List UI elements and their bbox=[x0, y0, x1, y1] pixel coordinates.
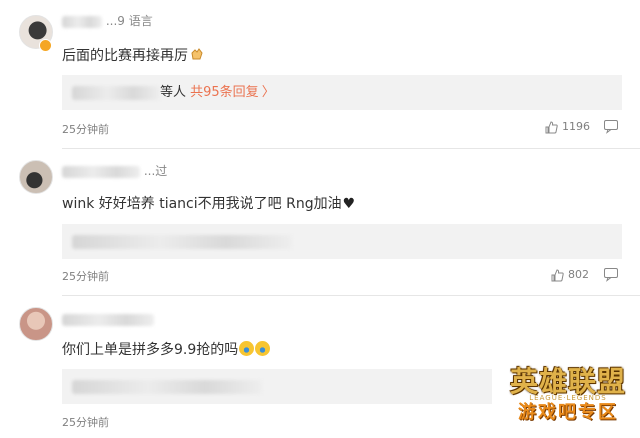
comment-divider bbox=[62, 148, 640, 149]
laugh-cry-icon bbox=[255, 341, 271, 356]
comment-text: wink 好好培养 tianci不用我说了吧 Rng加油♥ bbox=[62, 196, 356, 212]
reply-icon[interactable] bbox=[603, 266, 619, 282]
reply-count-link[interactable]: 共95条回复 bbox=[190, 85, 259, 100]
blurred-reply-users bbox=[72, 379, 262, 394]
blurred-reply-users bbox=[72, 85, 160, 100]
comment-time: 25分钟前 bbox=[62, 123, 109, 136]
comment-time: 25分钟前 bbox=[62, 416, 109, 429]
comment-text: 后面的比赛再接再厉 bbox=[62, 45, 204, 65]
username[interactable] bbox=[62, 312, 154, 326]
heart-icon: ♥ bbox=[342, 196, 356, 212]
blurred-username bbox=[62, 165, 140, 178]
chevron-right-icon: 〉 bbox=[261, 85, 275, 100]
like-button[interactable]: 802 bbox=[551, 268, 589, 282]
blurred-reply-users bbox=[72, 234, 292, 249]
clap-hands-icon bbox=[191, 48, 203, 60]
like-button[interactable]: 1196 bbox=[545, 120, 590, 134]
blurred-username bbox=[62, 15, 102, 28]
reply-summary[interactable]: 等人 共95条回复〉 bbox=[62, 75, 622, 110]
blurred-username bbox=[62, 313, 154, 326]
comment-time: 25分钟前 bbox=[62, 270, 109, 283]
verified-badge-icon bbox=[39, 39, 52, 52]
reply-summary[interactable] bbox=[62, 369, 492, 404]
username[interactable]: ...过 bbox=[62, 164, 167, 178]
username[interactable]: ...9 语言 bbox=[62, 14, 153, 28]
thumbs-up-icon bbox=[545, 120, 558, 133]
reply-icon[interactable] bbox=[603, 118, 619, 134]
watermark-logo: 英雄联盟 LEAGUE·LEGENDS 游戏吧专区 bbox=[504, 364, 632, 436]
comment-text: 你们上单是拼多多9.9抢的吗 bbox=[62, 339, 271, 359]
laugh-cry-icon bbox=[239, 341, 255, 356]
thumbs-up-icon bbox=[551, 268, 564, 281]
reply-summary[interactable] bbox=[62, 224, 622, 259]
site-watermark: 游戏吧专区 bbox=[518, 402, 618, 423]
avatar[interactable] bbox=[19, 160, 53, 194]
avatar[interactable] bbox=[19, 307, 53, 341]
comment-divider bbox=[62, 295, 640, 296]
